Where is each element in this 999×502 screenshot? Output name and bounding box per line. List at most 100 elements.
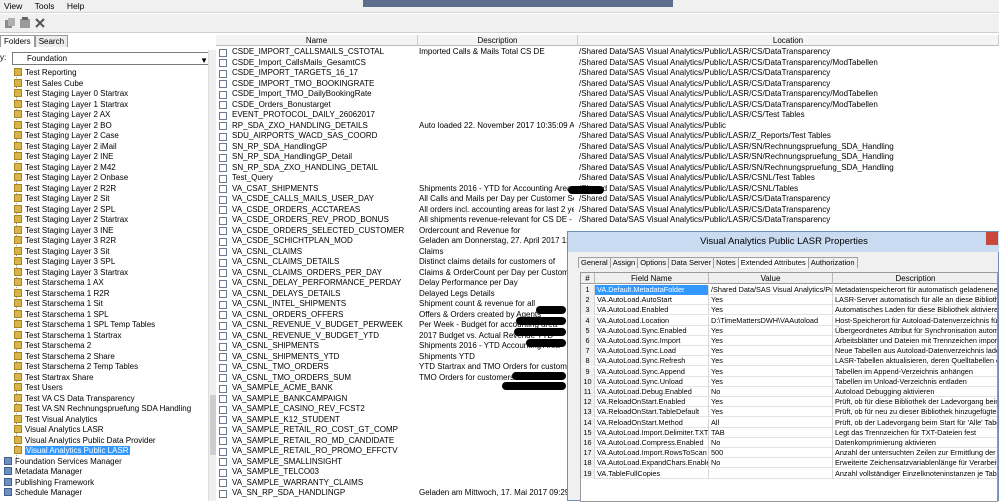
attribute-row[interactable]: 14 VA.ReloadOnStart.Method All Prüft, ob de… [581,417,997,428]
tab-folders[interactable]: Folders [0,35,35,47]
attribute-row[interactable]: 6 VA.AutoLoad.Sync.Import Yes Arbeitsblätte… [581,336,997,346]
tree-item[interactable]: Test Reporting [14,68,77,79]
table-row[interactable]: EVENT_PROTOCOL_DAILY_26062017/Shared Dat… [216,110,999,121]
menu-tools[interactable]: Tools [35,0,55,13]
tree-item[interactable]: Test Staging Layer 2 SPL [14,204,115,216]
tree-item[interactable]: Test Staging Layer 1 Startrax [14,99,128,111]
attribute-row[interactable]: 1 VA.Default.MetadataFolder/Shared Data/S… [581,285,997,295]
dialog-tab[interactable]: Assign [609,257,639,268]
tree-item[interactable]: Test Staging Layer 3 SPL [14,257,115,268]
tree-item[interactable]: Test Staging Layer 2 Case [14,131,119,142]
tree-item[interactable]: Foundation Services Manager [4,456,122,468]
tree-item[interactable]: Test Staging Layer 2 INE [14,152,114,163]
table-row[interactable]: RP_SDA_ZXO_HANDLING_DETAILS Auto loaded 2… [216,121,999,132]
copy-icon[interactable] [4,17,16,29]
tree-scrollbar[interactable] [208,50,216,501]
tab-search[interactable]: Search [34,35,69,47]
tree-item[interactable]: Metadata Manager [4,467,82,478]
tree-item[interactable]: Test Starschema 1 SPL Temp Tables [14,320,155,331]
column-header-description[interactable]: Description [833,273,997,284]
table-row[interactable]: CSDE_IMPORT_CALLSMAILS_CSTOTAL Imported C… [216,47,999,58]
tree-item[interactable]: Test Staging Layer 2 Sit [14,194,110,205]
dialog-tab[interactable]: General [578,257,611,268]
attribute-row[interactable]: 7 VA.AutoLoad.Sync.Load Yes Neue Tabellen a… [581,346,997,357]
tree-item[interactable]: Test Starschema 2 Share [14,351,115,363]
tree-item[interactable]: Test Staging Layer 2 AX [14,110,110,121]
attribute-row[interactable]: 8 VA.AutoLoad.Sync.Refresh Yes LASR-Tabelle… [581,356,997,367]
tree-item[interactable]: Test Visual Analytics [14,414,97,426]
tree-item[interactable]: Test Starschema 1 AX [14,278,104,289]
tree-item[interactable]: Test Staging Layer 2 iMail [14,141,117,153]
table-row[interactable]: CSDE_IMPORT_TMO_BOOKINGRATE/Shared Data/… [216,79,999,90]
tree-item[interactable]: Publishing Framework [4,477,94,489]
tree-item[interactable]: Test Staging Layer 3 Sit [14,246,110,258]
attribute-row[interactable]: 9 VA.AutoLoad.Sync.Append Yes Tabellen im A… [581,366,997,377]
tree-item[interactable]: Test Staging Layer 3 INE [14,225,114,237]
paste-icon[interactable] [19,17,31,29]
tree-item[interactable]: Schedule Manager [4,488,82,499]
column-header-name[interactable]: Name [216,35,418,46]
table-row[interactable]: SN_RP_SDA_HandlingGP/Shared Data/SAS Vis… [216,142,999,153]
table-row[interactable]: VA_CSDE_ORDERS_REV_PROD_BONUS All shipmen… [216,215,999,226]
delete-icon[interactable] [34,17,46,29]
table-row[interactable]: VA_CSDE_CALLS_MAILS_USER_DAY All Calls an… [216,194,999,205]
tree-item[interactable]: Test VA CS Data Transparency [14,393,135,405]
folder-combo[interactable]: Foundation ▼ [12,52,210,65]
attribute-row[interactable]: 12 VA.ReloadOnStart.Enabled Yes Prüft, ob f… [581,397,997,408]
attribute-row[interactable]: 13 VA.ReloadOnStart.TableDefault Yes Prüft,… [581,407,997,418]
tree-item[interactable]: Test Starschema 1 Startrax [14,330,121,342]
tree-item[interactable]: Test Starschema 2 Temp Tables [14,362,138,373]
tree-item[interactable]: Test Staging Layer 2 R2R [14,183,116,195]
tree-item[interactable]: Test Staging Layer 2 Startrax [14,215,128,226]
tree-item[interactable]: Test Starschema 1 R2R [14,288,109,300]
tree-item[interactable]: Test Staging Layer 3 Startrax [14,267,128,279]
dialog-tab[interactable]: Data Server [668,257,715,268]
tree-item[interactable]: Test VA SN Rechnungspruefung SDA Handlin… [14,404,191,415]
column-header-field-name[interactable]: Field Name [595,273,709,284]
tree-item[interactable]: Test Staging Layer 3 R2R [14,236,116,247]
tree-item[interactable]: Test Users [14,383,63,394]
menu-help[interactable]: Help [67,0,84,13]
chevron-down-icon[interactable]: ▼ [200,55,208,66]
tree-item[interactable]: Visual Analytics Public Data Provider [14,435,156,447]
tree-item[interactable]: Test Staging Layer 2 Onbase [14,173,128,184]
menu-view[interactable]: View [4,0,22,13]
dialog-tab[interactable]: Authorization [807,257,858,268]
dialog-tab[interactable]: Notes [713,257,739,268]
close-icon[interactable] [986,232,998,245]
column-header-value[interactable]: Value [709,273,833,284]
attribute-row[interactable]: 18 VA.AutoLoad.ExpandChars.Enabled No Erwei… [581,458,997,469]
table-row[interactable]: CSDE_Orders_Bonustarget/Shared Data/SAS … [216,100,999,111]
tree-item[interactable]: Test Staging Layer 2 M42 [14,162,116,174]
attribute-row[interactable]: 5 VA.AutoLoad.Sync.Enabled Yes Übergeordnet… [581,325,997,336]
attribute-row[interactable]: 16 VA.AutoLoad.Compress.Enabled No Datenkom… [581,438,997,448]
tree-item[interactable]: Visual Analytics LASR [14,425,104,436]
attribute-row[interactable]: 15 VA.AutoLoad.Import.Delimiter.TXT TAB Leg… [581,427,997,438]
table-row[interactable]: CSDE_Import_CallsMails_GesamtCS/Shared D… [216,58,999,69]
attribute-row[interactable]: 17 VA.AutoLoad.Import.RowsToScan 500 Anzahl… [581,448,997,459]
attribute-row[interactable]: 19 VA.TableFullCopies Anzahl vollständiger… [581,468,997,479]
attribute-row[interactable]: 4 VA.AutoLoad.Location D:\TimeMattersDWH\V… [581,315,997,326]
attribute-row[interactable]: 11 VA.AutoLoad.Debug.Enabled No Autoload De… [581,387,997,397]
table-row[interactable]: CSDE_Import_TMO_DailyBookingRate/Shared … [216,89,999,100]
tree-item[interactable]: Test Starschema 1 Sit [14,299,103,310]
tree-item[interactable]: Test Startrax Share [14,372,93,384]
tree-item[interactable]: Test Starschema 1 SPL [14,309,109,321]
tree-item[interactable]: Test Staging Layer 0 Startrax [14,89,128,100]
column-header-number[interactable]: # [581,273,595,284]
table-row[interactable]: SN_RP_SDA_HandlingGP_Detail/Shared Data/… [216,152,999,163]
dialog-tab[interactable]: Options [637,257,670,268]
column-header-location[interactable]: Location [578,35,999,46]
tree-item[interactable]: Test Starschema 2 [14,341,91,352]
dialog-tab[interactable]: Extended Attributes [737,257,809,268]
table-row[interactable]: SDU_AIRPORTS_WACD_SAS_COORD/Shared Data/… [216,131,999,142]
table-row[interactable]: CSDE_IMPORT_TARGETS_16_17/Shared Data/SA… [216,68,999,79]
table-row[interactable]: VA_CSAT_SHIPMENTS Shipments 2016 - YTD fo… [216,184,999,195]
tree-item[interactable]: Test Staging Layer 2 BO [14,120,112,132]
tree-item[interactable]: Test Sales Cube [14,78,83,90]
table-row[interactable]: VA_CSDE_ORDERS_ACCTAREAS All orders incl.… [216,205,999,216]
tree-item[interactable]: Visual Analytics Public LASR [14,446,130,457]
attribute-row[interactable]: 3 VA.AutoLoad.Enabled Yes Automatisches Lad… [581,305,997,316]
column-header-description[interactable]: Description [418,35,578,46]
attribute-row[interactable]: 10 VA.AutoLoad.Sync.Unload Yes Tabellen im … [581,376,997,387]
